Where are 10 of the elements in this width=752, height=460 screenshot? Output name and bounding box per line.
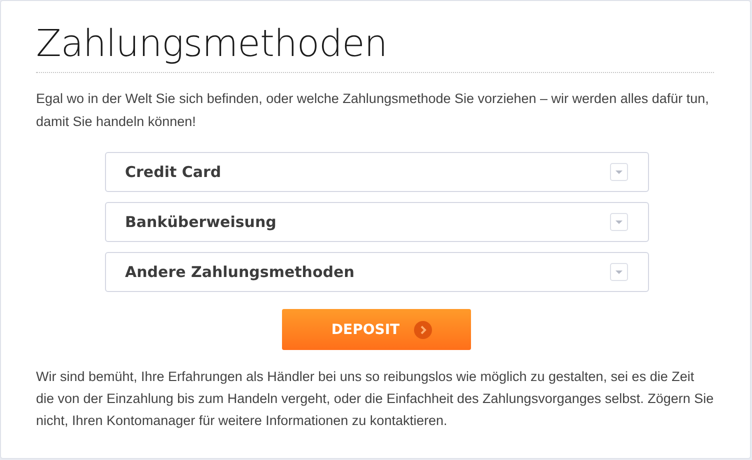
intro-text: Egal wo in der Welt Sie sich befinden, oder welche Zahlungsmethode Sie vorziehen – wir werden alles dafür tun, damit Sie handeln können! [36,90,710,131]
payment-method-accordion[interactable]: Credit Card [105,152,649,192]
page-title: Zahlungsmethoden [36,21,388,67]
payment-method-accordion[interactable]: Banküberweisung [105,202,649,242]
caret-icon [610,163,628,181]
caret-icon [610,213,628,231]
payment-method-accordion[interactable]: Andere Zahlungsmethoden [105,252,649,292]
info-paragraph: Wir sind bemüht, Ihre Erfahrungen als Händler bei uns so reibungslos wie möglich zu gestalten, sei es die Zeit die von der Einzahlung bis zum Handeln vergeht, oder die Einfachheit des Zahlungsvorganges selbst. Zögern Sie nicht, Ihren Kontomanager für weitere Informationen zu kontaktieren. [36,368,714,430]
chevron-right-icon [414,320,432,338]
caret-icon [610,263,628,281]
